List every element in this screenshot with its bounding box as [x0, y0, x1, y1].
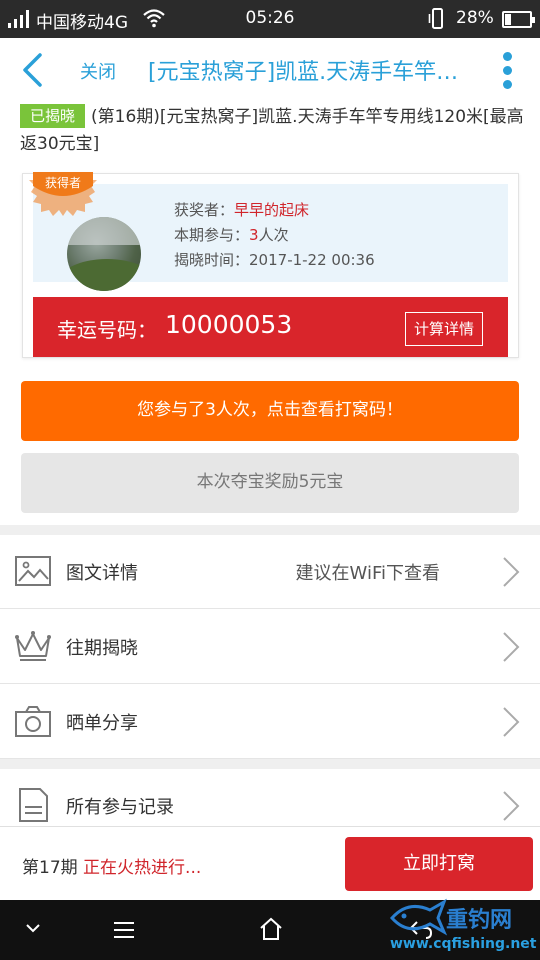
top-nav: 关闭 [元宝热窝子]凯蓝.天涛手车竿专用线120米[最高返30元宝] [0, 38, 540, 102]
lucky-number: 10000053 [165, 310, 293, 339]
product-title: 已揭晓 (第16期)[元宝热窝子]凯蓝.天涛手车竿专用线120米[最高返30元宝] [20, 104, 525, 158]
winner-ribbon-badge: 获得者 [29, 172, 97, 216]
next-period-status: 第17期 正在火热进行... [22, 853, 201, 878]
lucky-number-label: 幸运号码： [57, 318, 157, 342]
product-title-text: (第16期)[元宝热窝子]凯蓝.天涛手车竿专用线120米[最高返30元宝] [20, 107, 524, 154]
menu-item-label: 所有参与记录 [66, 797, 174, 818]
watermark-brand: 重钓网 [446, 908, 513, 933]
view-participation-button[interactable]: 您参与了3人次，点击查看打窝码！ [21, 381, 519, 441]
camera-icon [15, 706, 51, 737]
join-unit: 人次 [258, 226, 289, 244]
menu-item-label: 图文详情 [66, 563, 138, 584]
crown-icon [15, 631, 51, 661]
winner-details: 获奖者：早早的起床 本期参与：3人次 揭晓时间：2017-1-22 00:36 [174, 198, 375, 273]
join-now-button[interactable]: 立即打窝 [345, 837, 533, 891]
close-button[interactable]: 关闭 [80, 58, 116, 84]
revealed-tag: 已揭晓 [20, 104, 86, 128]
menu-icon[interactable] [112, 920, 136, 940]
image-icon [15, 556, 51, 586]
chevron-right-icon [503, 557, 520, 587]
winner-name[interactable]: 早早的起床 [234, 201, 309, 219]
chevron-down-icon[interactable] [24, 922, 42, 934]
bottom-action-bar: 第17期 正在火热进行... 立即打窝 [0, 826, 540, 900]
document-icon [19, 788, 48, 822]
ribbon-label: 获得者 [45, 175, 81, 190]
chevron-right-icon [503, 707, 520, 737]
back-arrow-icon[interactable] [20, 52, 46, 88]
reveal-time-line: 揭晓时间：2017-1-22 00:36 [174, 248, 375, 273]
period-status: 正在火热进行... [83, 858, 202, 878]
winner-name-label: 获奖者： [174, 201, 235, 219]
menu-item-share[interactable]: 晒单分享 [0, 685, 540, 759]
reveal-time: 2017-1-22 00:36 [249, 251, 375, 269]
status-bar: 中国移动4G 05:26 28% [0, 0, 540, 38]
lucky-number-bar: 幸运号码： 10000053 计算详情 [33, 297, 508, 357]
watermark: 重钓网 www.cqfishing.net [388, 896, 538, 956]
watermark-url: www.cqfishing.net [390, 936, 537, 952]
page-title: [元宝热窝子]凯蓝.天涛手车竿专用线120米[最高返30元宝] [148, 60, 468, 85]
wifi-hint: 建议在WiFi下查看 [295, 563, 440, 584]
winner-card: 获奖者：早早的起床 本期参与：3人次 揭晓时间：2017-1-22 00:36 … [22, 172, 519, 358]
winner-avatar[interactable] [67, 217, 141, 291]
home-icon[interactable] [258, 916, 284, 942]
winner-name-line: 获奖者：早早的起床 [174, 198, 375, 223]
more-menu-icon[interactable] [500, 52, 514, 92]
winner-join-line: 本期参与：3人次 [174, 223, 375, 248]
menu-item-label: 往期揭晓 [66, 638, 138, 659]
menu-item-label: 晒单分享 [66, 713, 138, 734]
next-period: 第17期 [22, 858, 78, 878]
join-count: 3 [249, 226, 259, 244]
chevron-right-icon [503, 632, 520, 662]
section-divider [0, 525, 540, 535]
reveal-time-label: 揭晓时间： [174, 251, 250, 269]
battery-icon [502, 11, 535, 28]
vibrate-icon [428, 8, 443, 29]
calc-details-button[interactable]: 计算详情 [405, 312, 483, 346]
fish-logo-icon [389, 898, 448, 936]
menu-item-past-results[interactable]: 往期揭晓 [0, 610, 540, 684]
menu-item-details[interactable]: 图文详情 建议在WiFi下查看 [0, 535, 540, 609]
reward-info-button: 本次夺宝奖励5元宝 [21, 453, 519, 513]
section-divider [0, 759, 540, 769]
chevron-right-icon [503, 791, 520, 821]
battery-percent: 28% [456, 8, 494, 28]
join-label: 本期参与： [174, 226, 250, 244]
winner-info-box: 获奖者：早早的起床 本期参与：3人次 揭晓时间：2017-1-22 00:36 [33, 184, 508, 291]
